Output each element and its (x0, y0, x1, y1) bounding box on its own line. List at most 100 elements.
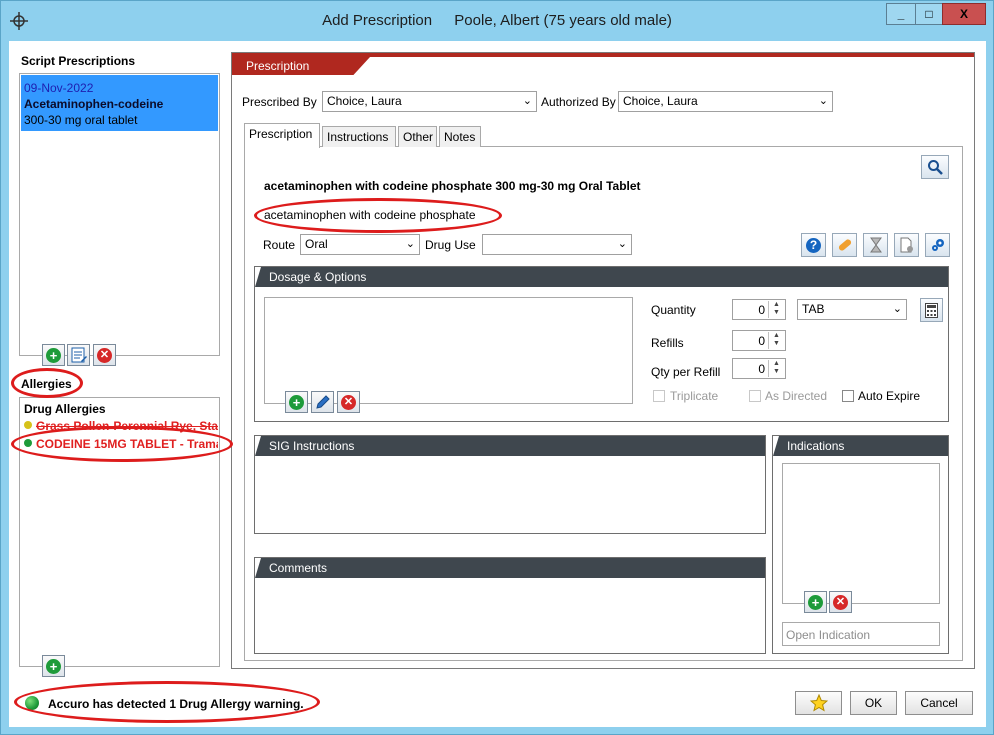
prescription-panel-title: Prescription (232, 57, 370, 75)
sig-instructions-title: SIG Instructions (255, 436, 765, 456)
refills-stepper[interactable]: 0 ▲ ▼ (732, 330, 786, 351)
allergy-item-label: CODEINE 15MG TABLET - Trama (36, 437, 218, 451)
unit-select[interactable]: TAB ⌄ (797, 299, 907, 320)
indications-list[interactable] (782, 463, 940, 604)
add-allergy-button[interactable]: + (42, 655, 65, 677)
route-select[interactable]: Oral ⌄ (300, 234, 420, 255)
allergies-list[interactable]: Drug Allergies Grass Pollen-Perennial Ry… (19, 397, 220, 667)
unit-value: TAB (802, 302, 825, 316)
route-label: Route (263, 238, 296, 252)
script-item-selected[interactable]: 09-Nov-2022 Acetaminophen-codeine 300-30… (21, 75, 218, 131)
document-settings-button[interactable] (894, 233, 919, 257)
script-prescriptions-list[interactable]: 09-Nov-2022 Acetaminophen-codeine 300-30… (19, 73, 220, 356)
dosage-options-title: Dosage & Options (255, 267, 948, 287)
search-drug-button[interactable] (921, 155, 949, 179)
delete-dosage-button[interactable]: ✕ (337, 391, 360, 413)
allergy-item-label: Grass Pollen-Perennial Rye, Sta (36, 419, 218, 433)
green-status-icon (24, 439, 32, 447)
add-dosage-button[interactable]: + (285, 391, 308, 413)
cancel-button[interactable]: Cancel (905, 691, 973, 715)
drug-use-select[interactable]: ⌄ (482, 234, 632, 255)
chevron-down-icon: ⌄ (892, 303, 902, 315)
refills-label: Refills (651, 336, 684, 350)
add-icon: + (46, 347, 61, 363)
as-directed-checkbox[interactable] (749, 390, 761, 402)
chevron-down-icon: ⌄ (818, 95, 828, 107)
delete-icon: ✕ (97, 347, 112, 363)
ok-button[interactable]: OK (850, 691, 897, 715)
quantity-value: 0 (758, 303, 765, 317)
authorized-by-select[interactable]: Choice, Laura ⌄ (618, 91, 833, 112)
auto-expire-checkbox[interactable] (842, 390, 854, 402)
drug-use-label: Drug Use (425, 238, 476, 252)
add-icon: + (289, 394, 304, 410)
chevron-down-icon: ⌄ (405, 238, 415, 250)
quantity-label: Quantity (651, 303, 696, 317)
triplicate-checkbox[interactable] (653, 390, 665, 402)
allergy-item[interactable]: CODEINE 15MG TABLET - Trama (24, 437, 218, 451)
close-window-button[interactable]: X (942, 3, 986, 25)
calculator-button[interactable] (920, 298, 943, 322)
prescription-panel-header: Prescription (232, 53, 974, 75)
pill-icon (838, 239, 851, 251)
edit-script-button[interactable] (67, 344, 90, 366)
add-indication-button[interactable]: + (804, 591, 827, 613)
allergy-item[interactable]: Grass Pollen-Perennial Rye, Sta (24, 419, 218, 433)
maximize-button[interactable]: □ (915, 3, 943, 25)
sig-instructions-section[interactable]: SIG Instructions (254, 435, 766, 534)
add-icon: + (808, 594, 823, 610)
drug-full-name: acetaminophen with codeine phosphate 300… (264, 179, 641, 193)
add-icon: + (46, 658, 61, 674)
help-button[interactable]: ? (801, 233, 826, 257)
star-icon (809, 694, 828, 712)
comments-title: Comments (255, 558, 765, 578)
qty-per-refill-label: Qty per Refill (651, 365, 721, 379)
tab-instructions[interactable]: Instructions (322, 126, 396, 147)
delete-icon: ✕ (833, 594, 848, 610)
allergy-warning-message[interactable]: Accuro has detected 1 Drug Allergy warni… (48, 697, 304, 711)
patient-name: Poole, Albert (75 years old male) (454, 12, 672, 29)
chevron-down-icon: ⌄ (522, 95, 532, 107)
delete-icon: ✕ (341, 394, 356, 410)
tab-notes[interactable]: Notes (439, 126, 481, 147)
quantity-stepper[interactable]: 0 ▲ ▼ (732, 299, 786, 320)
comments-section[interactable]: Comments (254, 557, 766, 654)
tab-prescription[interactable]: Prescription (244, 123, 320, 148)
chevron-down-icon: ⌄ (617, 238, 627, 250)
qty-per-refill-stepper[interactable]: 0 ▲ ▼ (732, 358, 786, 379)
script-item-name: Acetaminophen-codeine (24, 97, 164, 111)
stepper-arrows-icon[interactable]: ▲ ▼ (768, 360, 784, 377)
settings-button[interactable] (925, 233, 950, 257)
indications-title: Indications (773, 436, 948, 456)
add-prescription-window: Add Prescription Poole, Albert (75 years… (0, 0, 994, 735)
delete-script-button[interactable]: ✕ (93, 344, 116, 366)
open-indication-input[interactable]: Open Indication (782, 622, 940, 646)
dosage-list[interactable] (264, 297, 633, 404)
stepper-arrows-icon[interactable]: ▲ ▼ (768, 301, 784, 318)
title-bar[interactable]: Add Prescription Poole, Albert (75 years… (1, 1, 993, 41)
prescribed-by-select[interactable]: Choice, Laura ⌄ (322, 91, 537, 112)
warning-status-icon (25, 696, 39, 710)
edit-dosage-button[interactable] (311, 391, 334, 413)
hourglass-button[interactable] (863, 233, 888, 257)
script-prescriptions-heading: Script Prescriptions (21, 54, 136, 68)
delete-indication-button[interactable]: ✕ (829, 591, 852, 613)
favorite-button[interactable] (795, 691, 842, 715)
add-script-button[interactable]: + (42, 344, 65, 366)
edit-list-icon (71, 347, 87, 363)
document-gear-icon (900, 237, 913, 253)
prescribed-by-value: Choice, Laura (327, 94, 402, 108)
drug-allergies-group: Drug Allergies (24, 402, 106, 416)
refills-value: 0 (758, 334, 765, 348)
window-title-text: Add Prescription (322, 12, 433, 29)
pill-button[interactable] (832, 233, 857, 257)
as-directed-label: As Directed (765, 389, 828, 403)
authorized-by-value: Choice, Laura (623, 94, 698, 108)
minimize-button[interactable]: _ (886, 3, 916, 25)
auto-expire-label: Auto Expire (858, 389, 921, 403)
pencil-icon (316, 394, 330, 409)
script-item-desc: 300-30 mg oral tablet (24, 113, 138, 127)
stepper-arrows-icon[interactable]: ▲ ▼ (768, 332, 784, 349)
tab-other[interactable]: Other (398, 126, 437, 147)
yellow-status-icon (24, 421, 32, 429)
